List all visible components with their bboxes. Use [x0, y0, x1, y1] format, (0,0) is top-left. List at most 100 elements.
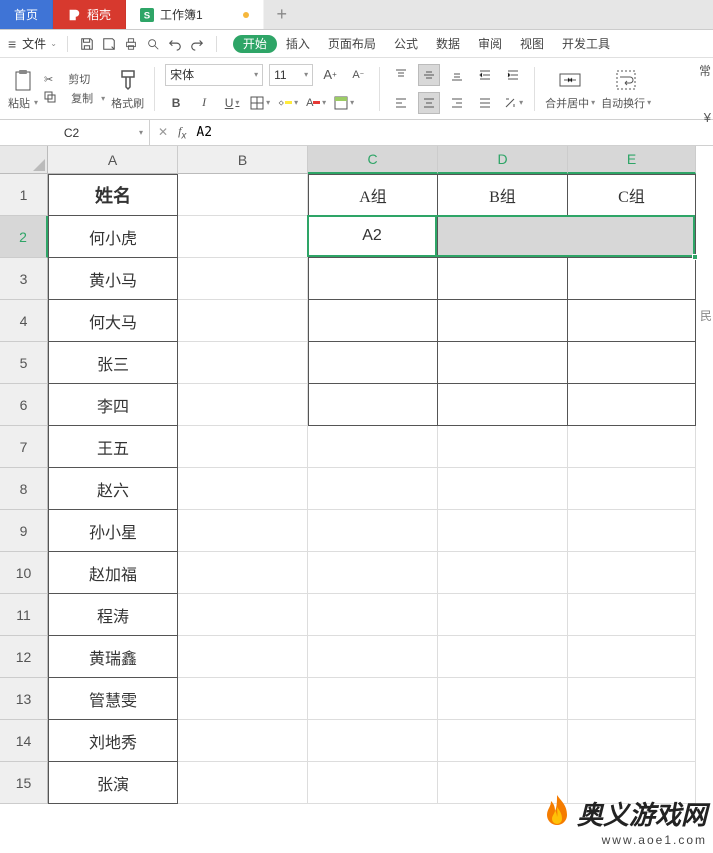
cell-B3[interactable] [178, 258, 308, 300]
cell-C8[interactable] [308, 468, 438, 510]
file-menu[interactable]: 文件⌄ [22, 35, 57, 52]
border-button[interactable]: ▾ [249, 92, 271, 114]
align-bottom-button[interactable] [446, 64, 468, 86]
cell-E6[interactable] [568, 384, 696, 426]
font-size-select[interactable]: 11▾ [269, 64, 313, 86]
cell-E9[interactable] [568, 510, 696, 552]
cell-B1[interactable] [178, 174, 308, 216]
row-header-6[interactable]: 6 [0, 384, 48, 426]
cell-E10[interactable] [568, 552, 696, 594]
cell-D5[interactable] [438, 342, 568, 384]
cell-B5[interactable] [178, 342, 308, 384]
orientation-button[interactable]: ▾ [502, 92, 524, 114]
print-icon[interactable] [122, 35, 140, 53]
font-name-select[interactable]: 宋体▾ [165, 64, 263, 86]
tab-home[interactable]: 首页 [0, 0, 53, 29]
cell-E4[interactable] [568, 300, 696, 342]
align-right-button[interactable] [446, 92, 468, 114]
format-painter-button[interactable]: 格式刷 [111, 67, 144, 111]
cell-A3[interactable]: 黄小马 [48, 258, 178, 300]
cell-A1[interactable]: 姓名 [48, 174, 178, 216]
ribbon-tab-data[interactable]: 数据 [427, 30, 469, 57]
cell-E8[interactable] [568, 468, 696, 510]
fill-color-button[interactable]: ▾ [277, 92, 299, 114]
cell-A7[interactable]: 王五 [48, 426, 178, 468]
cell-D12[interactable] [438, 636, 568, 678]
justify-button[interactable] [474, 92, 496, 114]
cell-B4[interactable] [178, 300, 308, 342]
print-preview-icon[interactable] [144, 35, 162, 53]
wrap-button[interactable]: 自动换行▾ [601, 67, 651, 111]
decrease-indent-button[interactable] [474, 64, 496, 86]
cell-B8[interactable] [178, 468, 308, 510]
merge-button[interactable]: 合并居中▾ [545, 67, 595, 111]
redo-icon[interactable] [188, 35, 206, 53]
cell-D1[interactable]: B组 [438, 174, 568, 216]
col-header-D[interactable]: D [438, 146, 568, 174]
cell-E5[interactable] [568, 342, 696, 384]
ribbon-tab-start[interactable]: 开始 [233, 35, 277, 53]
ribbon-tab-layout[interactable]: 页面布局 [319, 30, 385, 57]
cell-A5[interactable]: 张三 [48, 342, 178, 384]
name-box[interactable]: C2 ▾ [0, 120, 150, 145]
col-header-C[interactable]: C [308, 146, 438, 174]
copy-button[interactable]: 复制▾ [44, 90, 105, 106]
cell-C6[interactable] [308, 384, 438, 426]
cell-B12[interactable] [178, 636, 308, 678]
side-panel-toggle[interactable]: 民 [699, 306, 713, 324]
row-header-15[interactable]: 15 [0, 762, 48, 804]
underline-button[interactable]: U▾ [221, 92, 243, 114]
cell-C3[interactable] [308, 258, 438, 300]
cell-C1[interactable]: A组 [308, 174, 438, 216]
col-header-B[interactable]: B [178, 146, 308, 174]
row-header-14[interactable]: 14 [0, 720, 48, 762]
cell-E7[interactable] [568, 426, 696, 468]
cell-C15[interactable] [308, 762, 438, 804]
row-header-1[interactable]: 1 [0, 174, 48, 216]
ribbon-tab-formula[interactable]: 公式 [385, 30, 427, 57]
cancel-icon[interactable]: ✕ [158, 125, 168, 139]
cell-A9[interactable]: 孙小星 [48, 510, 178, 552]
save-icon[interactable] [78, 35, 96, 53]
align-left-button[interactable] [390, 92, 412, 114]
cell-D8[interactable] [438, 468, 568, 510]
cell-C12[interactable] [308, 636, 438, 678]
cell-A8[interactable]: 赵六 [48, 468, 178, 510]
ribbon-tab-view[interactable]: 视图 [511, 30, 553, 57]
fill-handle[interactable] [692, 254, 698, 260]
cell-D6[interactable] [438, 384, 568, 426]
font-color-button[interactable]: A▾ [305, 92, 327, 114]
cell-D10[interactable] [438, 552, 568, 594]
cell-B13[interactable] [178, 678, 308, 720]
cell-A15[interactable]: 张演 [48, 762, 178, 804]
cell-E13[interactable] [568, 678, 696, 720]
tab-add-button[interactable]: + [264, 0, 300, 29]
cell-style-button[interactable]: ▾ [333, 92, 355, 114]
cell-D13[interactable] [438, 678, 568, 720]
hamburger-icon[interactable]: ≡ [8, 36, 16, 52]
fx-icon[interactable]: fx [178, 124, 186, 141]
tab-daoke[interactable]: 稻壳 [53, 0, 126, 29]
increase-indent-button[interactable] [502, 64, 524, 86]
cell-C11[interactable] [308, 594, 438, 636]
cell-B15[interactable] [178, 762, 308, 804]
cell-B7[interactable] [178, 426, 308, 468]
cell-A12[interactable]: 黄瑞鑫 [48, 636, 178, 678]
cell-C2[interactable]: A2 [308, 216, 438, 258]
row-header-13[interactable]: 13 [0, 678, 48, 720]
cell-B14[interactable] [178, 720, 308, 762]
increase-font-button[interactable]: A+ [319, 64, 341, 86]
cell-A14[interactable]: 刘地秀 [48, 720, 178, 762]
col-header-A[interactable]: A [48, 146, 178, 174]
ribbon-tab-review[interactable]: 审阅 [469, 30, 511, 57]
save-as-icon[interactable] [100, 35, 118, 53]
cell-D9[interactable] [438, 510, 568, 552]
cell-E14[interactable] [568, 720, 696, 762]
cell-B11[interactable] [178, 594, 308, 636]
cell-C14[interactable] [308, 720, 438, 762]
cell-E2[interactable]: A4 [568, 216, 696, 258]
cell-E12[interactable] [568, 636, 696, 678]
cell-A4[interactable]: 何大马 [48, 300, 178, 342]
col-header-E[interactable]: E [568, 146, 696, 174]
cell-E11[interactable] [568, 594, 696, 636]
